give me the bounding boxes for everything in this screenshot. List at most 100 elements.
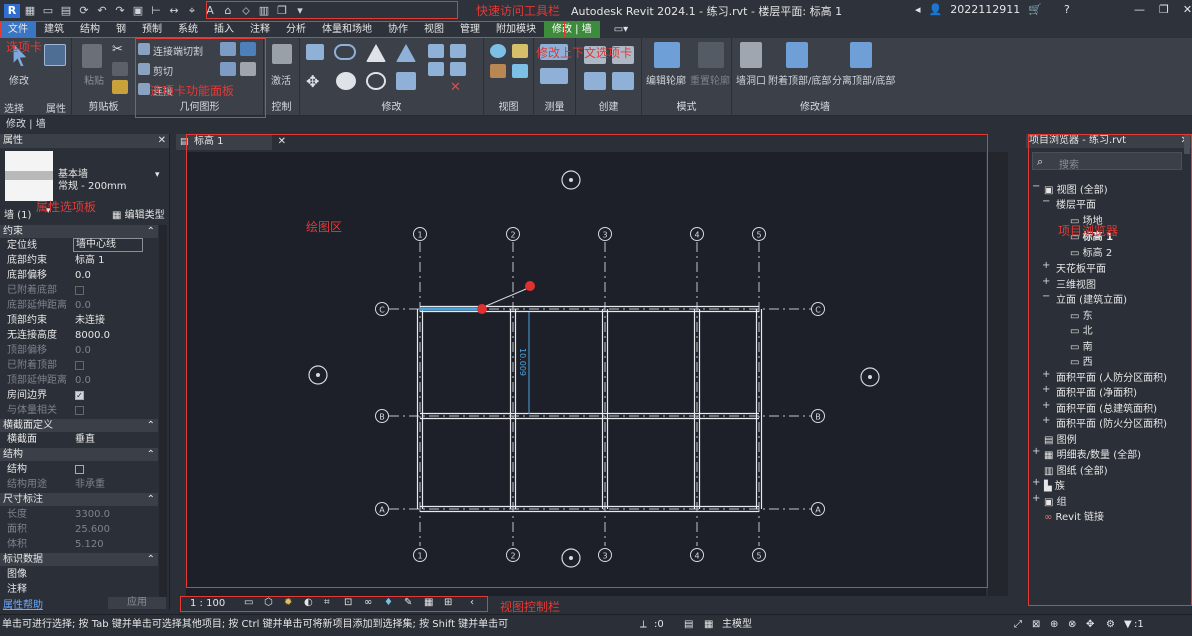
match-type-icon[interactable]: [112, 80, 128, 94]
cart-icon[interactable]: 🛒: [1028, 3, 1042, 16]
properties-icon[interactable]: [44, 44, 66, 66]
close-icon[interactable]: ✕: [158, 134, 166, 148]
redo-icon[interactable]: ↷: [112, 4, 128, 18]
tag-icon[interactable]: ⌖: [184, 4, 200, 18]
prop-row[interactable]: 结构用途 非承重: [0, 477, 158, 492]
collapse-icon[interactable]: ⌃: [147, 419, 155, 432]
reset-profile-button[interactable]: 重置轮廓: [690, 72, 730, 87]
edit-profile-button[interactable]: 编辑轮廓: [646, 72, 686, 87]
paste-label[interactable]: 粘贴: [84, 72, 104, 87]
dimension-tool-icon[interactable]: [540, 68, 568, 84]
split-icon[interactable]: [428, 44, 444, 58]
prop-value[interactable]: 墙中心线: [73, 238, 143, 252]
prop-row[interactable]: 底部约束 标高 1: [0, 253, 158, 268]
offset-icon[interactable]: [334, 44, 356, 60]
copy-element-icon[interactable]: [336, 72, 356, 90]
collapse-icon[interactable]: ⌃: [147, 553, 155, 566]
prop-row[interactable]: 长度 3300.0: [0, 507, 158, 522]
prop-row[interactable]: 已附着顶部: [0, 358, 158, 373]
save-icon[interactable]: ▤: [58, 4, 74, 18]
apply-button[interactable]: 应用: [108, 597, 166, 609]
mirror-axis-icon[interactable]: [366, 44, 386, 62]
select-face-icon[interactable]: ⊗: [1068, 615, 1076, 635]
section-cross-section[interactable]: 横截面定义 ⌃: [0, 419, 158, 432]
prop-value[interactable]: 垂直: [75, 432, 95, 447]
create-assembly-icon[interactable]: [612, 72, 634, 90]
edit-type-button[interactable]: ▦ 编辑类型: [112, 206, 165, 221]
select-underlay-icon[interactable]: ⊠: [1032, 615, 1040, 635]
properties-help-link[interactable]: 属性帮助: [3, 596, 43, 611]
prop-row[interactable]: 房间边界 ✓: [0, 388, 158, 403]
minimize-icon[interactable]: —: [1134, 3, 1145, 16]
wall-opening-icon[interactable]: [740, 42, 762, 68]
prop-value[interactable]: 标高 1: [75, 253, 105, 268]
undo-icon[interactable]: ↶: [94, 4, 110, 18]
model-icon[interactable]: ▦: [704, 615, 713, 635]
select-links-icon[interactable]: ⤢: [1014, 615, 1022, 635]
drag-elements-icon[interactable]: ✥: [1086, 615, 1094, 635]
room-bounding-checkbox[interactable]: ✓: [75, 388, 84, 403]
override-graphics-icon[interactable]: [512, 64, 528, 78]
attach-icon[interactable]: [786, 42, 808, 68]
section-structure[interactable]: 结构 ⌃: [0, 448, 158, 461]
structural-checkbox[interactable]: [75, 462, 84, 477]
username[interactable]: 2022112911: [950, 3, 1020, 16]
prop-row[interactable]: 横截面 垂直: [0, 432, 158, 447]
print-icon[interactable]: ▣: [130, 4, 146, 18]
close-icon[interactable]: ✕: [1183, 3, 1192, 16]
prop-row[interactable]: 面积 25.600: [0, 522, 158, 537]
prop-row[interactable]: 定位线 墙中心线: [0, 238, 158, 253]
detach-icon[interactable]: [850, 42, 872, 68]
attach-button[interactable]: 附着顶部/底部: [768, 72, 831, 87]
open-icon[interactable]: ▭: [40, 4, 56, 18]
collapse-icon[interactable]: ⌃: [147, 225, 155, 238]
edit-profile-icon[interactable]: [654, 42, 680, 68]
main-model-label[interactable]: 主模型: [722, 615, 752, 635]
trim-icon[interactable]: [396, 72, 416, 90]
prop-row[interactable]: 底部偏移 0.0: [0, 268, 158, 283]
type-dropdown-icon[interactable]: ▾: [155, 170, 160, 180]
filter-icon[interactable]: ▼: [1124, 615, 1132, 635]
linework-icon[interactable]: [490, 64, 506, 78]
activate-icon[interactable]: [272, 44, 292, 64]
ribbon-options-icon[interactable]: ▭▾: [606, 21, 636, 38]
props-scrollbar[interactable]: [159, 225, 167, 597]
delete-icon[interactable]: ✕: [450, 80, 466, 95]
section-dimensions[interactable]: 尺寸标注 ⌃: [0, 493, 158, 506]
prop-value[interactable]: 未连接: [75, 313, 105, 328]
home-icon[interactable]: ▦: [22, 4, 38, 18]
background-process-icon[interactable]: ⚙: [1106, 615, 1115, 635]
move-icon[interactable]: ✥: [306, 72, 324, 91]
rotate-icon[interactable]: [366, 72, 386, 90]
copy-icon[interactable]: [112, 62, 128, 76]
help-icon[interactable]: ?: [1064, 3, 1070, 16]
wall-opening-button[interactable]: 墙洞口: [736, 72, 766, 87]
mirror-draw-icon[interactable]: [396, 44, 416, 62]
override-icon[interactable]: [512, 44, 528, 58]
cut-scissors-icon[interactable]: ✂: [112, 42, 128, 57]
search-info-icon[interactable]: ◂: [915, 3, 921, 16]
design-options-icon[interactable]: ▤: [684, 615, 693, 635]
dimension-icon[interactable]: ↔: [166, 4, 182, 18]
prop-value[interactable]: 8000.0: [75, 328, 110, 343]
measure-icon[interactable]: ⊢: [148, 4, 164, 18]
activate-label[interactable]: 激活: [271, 72, 291, 87]
hide-icon[interactable]: [490, 44, 506, 58]
sync-icon[interactable]: ⟳: [76, 4, 92, 18]
collapse-icon[interactable]: ⌃: [147, 448, 155, 461]
revit-logo-icon[interactable]: R: [4, 3, 20, 18]
prop-row[interactable]: 结构: [0, 462, 158, 477]
user-icon[interactable]: 👤: [929, 3, 943, 16]
type-name[interactable]: 常规 - 200mm: [58, 177, 127, 192]
prop-row[interactable]: 顶部偏移 0.0: [0, 343, 158, 358]
reset-profile-icon[interactable]: [698, 42, 724, 68]
collapse-icon[interactable]: ⌃: [147, 493, 155, 506]
detach-button[interactable]: 分离顶部/底部: [832, 72, 895, 87]
array-icon[interactable]: [450, 44, 466, 58]
prop-row[interactable]: 无连接高度 8000.0: [0, 328, 158, 343]
prop-row[interactable]: 与体量相关: [0, 403, 158, 418]
section-constraints[interactable]: 约束 ⌃: [0, 225, 158, 238]
prop-value[interactable]: 0.0: [75, 268, 91, 283]
prop-row[interactable]: 顶部延伸距离 0.0: [0, 373, 158, 388]
modify-button-label[interactable]: 修改: [9, 72, 29, 87]
